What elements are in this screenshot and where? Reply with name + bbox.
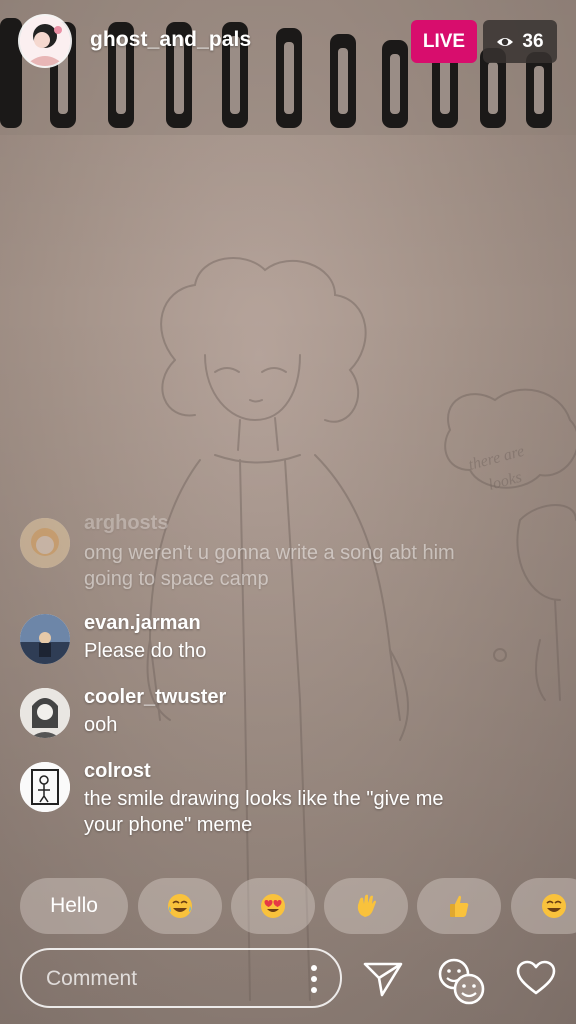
more-options-icon[interactable] <box>310 964 318 994</box>
commenter-avatar[interactable] <box>20 518 70 568</box>
commenter-username[interactable]: arghosts <box>84 512 168 535</box>
viewer-count-badge[interactable]: 36 <box>483 20 557 63</box>
face-with-tears-of-joy-icon <box>168 894 192 918</box>
commenter-username[interactable]: colrost <box>84 760 151 783</box>
comment-text: omg weren't u gonna write a song abt him… <box>84 542 455 590</box>
send-direct-icon[interactable] <box>362 960 404 998</box>
live-bottom-bar <box>0 946 576 1016</box>
host-avatar[interactable] <box>20 16 70 66</box>
svg-text:looks: looks <box>487 469 524 494</box>
heart-icon[interactable] <box>516 960 556 996</box>
quick-reply-wave[interactable] <box>324 878 408 934</box>
thumbs-up-icon <box>450 895 469 917</box>
quick-reply-heart-eyes[interactable] <box>231 878 315 934</box>
request-to-join-faces-icon[interactable] <box>434 954 488 1006</box>
quick-replies-row: Hello <box>0 878 576 936</box>
commenter-avatar[interactable] <box>20 688 70 738</box>
host-username[interactable]: ghost_and_pals <box>90 28 251 52</box>
quick-reply-hello[interactable]: Hello <box>20 878 128 934</box>
quick-reply-thumbs-up[interactable] <box>417 878 501 934</box>
quick-reply-label: Hello <box>50 894 98 917</box>
comment-text: ooh <box>84 714 118 736</box>
quick-reply-tears-of-joy-2[interactable] <box>511 878 576 934</box>
comment-text: Please do tho <box>84 640 207 662</box>
commenter-avatar[interactable] <box>20 762 70 812</box>
waving-hand-icon <box>357 894 376 917</box>
commenter-username[interactable]: cooler_twuster <box>84 686 226 709</box>
quick-reply-tears-of-joy[interactable] <box>138 878 222 934</box>
commenter-username[interactable]: evan.jarman <box>84 612 201 635</box>
viewer-count: 36 <box>522 30 544 52</box>
eye-icon <box>497 37 514 46</box>
face-with-tears-of-joy-icon <box>542 894 566 918</box>
commenter-avatar[interactable] <box>20 614 70 664</box>
live-header: ghost_and_pals LIVE 36 <box>0 0 576 84</box>
comment-input[interactable] <box>44 962 288 996</box>
smiling-face-with-heart-eyes-icon <box>261 894 285 918</box>
comment-text: the smile drawing looks like the "give m… <box>84 788 444 836</box>
live-badge: LIVE <box>411 20 477 63</box>
comment-field[interactable] <box>20 948 342 1008</box>
